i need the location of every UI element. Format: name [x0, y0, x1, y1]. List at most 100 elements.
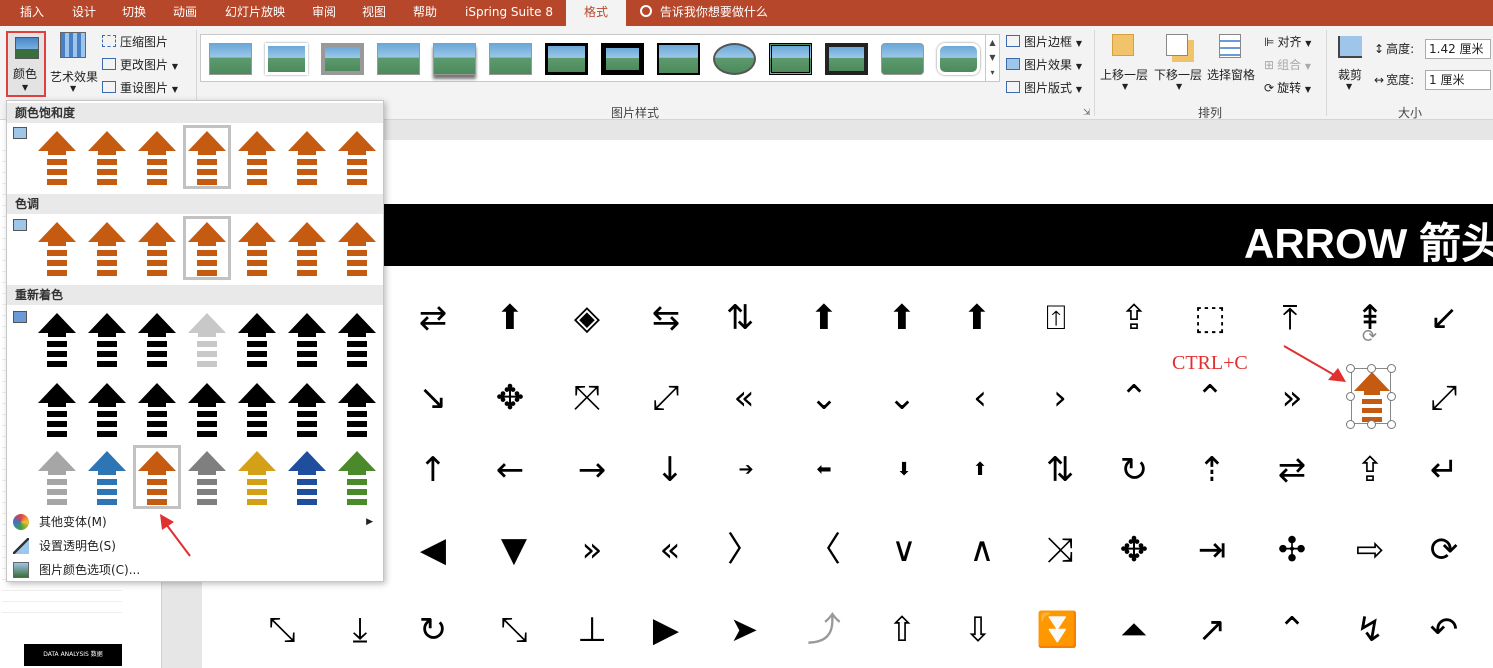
recolor-swatch[interactable] [33, 445, 81, 509]
repeat-icon[interactable]: ⇄ [1272, 450, 1312, 490]
gallery-scroll[interactable]: ▲ ▼ ▾ [985, 35, 999, 81]
tone-swatch[interactable] [83, 216, 131, 280]
arrow-right-icon[interactable]: → [572, 450, 612, 490]
direction-diamond-icon[interactable]: ◈ [567, 298, 607, 338]
swap-horizontal-square-icon[interactable]: ⇄ [413, 298, 453, 338]
upload-square-icon[interactable]: ⬆ [804, 298, 844, 338]
collapse-icon[interactable]: ✣ [1272, 530, 1312, 570]
download-icon[interactable]: ⤓ [340, 610, 380, 650]
recolor-swatch[interactable] [33, 377, 81, 441]
color-button[interactable]: 颜色 ▼ [6, 31, 46, 97]
expand-cross-icon[interactable]: ⤧ [567, 378, 607, 418]
triangle-left-icon[interactable]: ◀ [413, 530, 453, 570]
recolor-swatch[interactable] [133, 377, 181, 441]
arrow-down-zigzag-icon[interactable]: ↯ [1350, 610, 1390, 650]
chevron-right-icon[interactable]: › [1040, 378, 1080, 418]
style-thumb-13[interactable] [881, 43, 924, 75]
style-thumb-5[interactable] [433, 43, 476, 75]
chevron-down-icon[interactable]: ⌄ [882, 378, 922, 418]
undo-icon[interactable]: ↶ [1424, 610, 1464, 650]
style-thumb-9[interactable] [657, 43, 700, 75]
arrow-left-icon[interactable]: ← [490, 450, 530, 490]
resize-handle[interactable] [1387, 364, 1396, 373]
resize-handle[interactable] [1346, 392, 1355, 401]
compress-pictures-button[interactable]: 压缩图片 [102, 33, 168, 50]
resize-handle[interactable] [1387, 420, 1396, 429]
style-thumb-8[interactable] [601, 43, 644, 75]
chevrons-down-icon[interactable]: ⌄ [804, 378, 844, 418]
change-picture-button[interactable]: 更改图片 ▼ [102, 56, 178, 73]
chevrons-left-icon[interactable]: « [724, 378, 764, 418]
style-thumb-4[interactable] [377, 43, 420, 75]
tab-view[interactable]: 视图 [362, 0, 386, 26]
style-thumb-12[interactable] [825, 43, 868, 75]
tone-swatch[interactable] [283, 216, 331, 280]
double-down-circle-icon[interactable]: ⏬ [1036, 610, 1078, 650]
tab-format[interactable]: 格式 [566, 0, 626, 26]
recolor-swatch[interactable] [233, 377, 281, 441]
small-left-arrow-icon[interactable]: ⬅ [804, 450, 844, 490]
trending-up-icon[interactable]: ↗ [1192, 610, 1232, 650]
recolor-swatch[interactable] [183, 377, 231, 441]
picture-border-button[interactable]: 图片边框 ▼ [1006, 33, 1082, 50]
swap-circle-icon[interactable]: ⇆ [646, 298, 686, 338]
tab-ispring[interactable]: iSpring Suite 8 [465, 0, 553, 26]
style-thumb-14[interactable] [937, 43, 980, 75]
expand-arrows-icon[interactable]: ⤢ [1424, 378, 1464, 418]
artistic-effects-button[interactable]: 艺术效果 ▼ [50, 30, 98, 94]
compress-corners-icon[interactable]: ⤡ [494, 610, 534, 650]
shuffle-icon[interactable]: ⤨ [1040, 530, 1080, 570]
style-thumb-10[interactable] [713, 43, 756, 75]
recolor-swatch[interactable] [133, 445, 181, 509]
chevron-left-icon[interactable]: ‹ [960, 378, 1000, 418]
tone-swatch[interactable] [133, 216, 181, 280]
rotate-right-icon[interactable]: ↻ [1114, 450, 1154, 490]
archive-up-icon[interactable]: ⬆ [882, 298, 922, 338]
chevron-up-thin-icon[interactable]: ∧ [962, 530, 1002, 570]
picture-layout-button[interactable]: 图片版式 ▼ [1006, 79, 1082, 96]
recolor-swatch[interactable] [83, 445, 131, 509]
tab-design[interactable]: 设计 [72, 0, 96, 26]
chevrons-up-icon[interactable]: ⌃ [1190, 378, 1230, 418]
recolor-swatch[interactable] [283, 307, 331, 371]
recolor-swatch[interactable] [133, 307, 181, 371]
tab-insert[interactable]: 插入 [20, 0, 44, 26]
arrow-down-outline-circle-icon[interactable]: ⇩ [958, 610, 998, 650]
style-thumb-3[interactable] [321, 43, 364, 75]
double-chevron-left-icon[interactable]: « [650, 530, 690, 570]
selected-picture[interactable] [1351, 368, 1391, 424]
saturation-swatch[interactable] [133, 125, 181, 189]
style-thumb-2[interactable] [265, 43, 308, 75]
split-up-icon[interactable]: ⊥ [572, 610, 612, 650]
chevron-right-thin-icon[interactable]: 〉 [724, 530, 764, 570]
recolor-swatch[interactable] [183, 307, 231, 371]
swap-vertical-icon[interactable]: ⇅ [720, 298, 760, 338]
move-icon[interactable]: ✥ [490, 378, 530, 418]
reset-picture-button[interactable]: 重设图片 ▼ [102, 79, 178, 96]
slide-title-banner[interactable]: ARROW 箭头 [200, 204, 1493, 267]
recolor-swatch[interactable] [333, 445, 381, 509]
recolor-swatch[interactable] [183, 445, 231, 509]
style-thumb-11[interactable] [769, 43, 812, 75]
recolor-swatch[interactable] [333, 307, 381, 371]
share-icon[interactable]: ⇪ [1114, 298, 1154, 338]
align-button[interactable]: ⊫ 对齐 ▼ [1264, 33, 1311, 50]
recolor-swatch[interactable] [83, 377, 131, 441]
expand-diagonal-icon[interactable]: ⤢ [646, 378, 686, 418]
chevron-up-square-icon[interactable]: ⌃ [1272, 610, 1312, 650]
double-chevron-right-icon[interactable]: » [572, 530, 612, 570]
picture-color-options-item[interactable]: 图片颜色选项(C)... [7, 559, 383, 581]
bracket-up-icon[interactable]: ⇡ [1192, 450, 1232, 490]
sort-vertical-icon[interactable]: ⇅ [1040, 450, 1080, 490]
move-dashed-icon[interactable]: ✥ [1114, 530, 1154, 570]
expand-corners-icon[interactable]: ⤡ [262, 610, 302, 650]
triangle-up-circle-icon[interactable]: ⏶ [1114, 610, 1154, 650]
style-thumb-1[interactable] [209, 43, 252, 75]
slide-thumbnail[interactable]: DATA ANALYSIS 数据 [24, 644, 122, 666]
picture-effects-button[interactable]: 图片效果 ▼ [1006, 56, 1082, 73]
chevron-up-icon[interactable]: ⌃ [1114, 378, 1154, 418]
tab-review[interactable]: 审阅 [312, 0, 336, 26]
tell-me-search[interactable]: 告诉我你想要做什么 [640, 0, 768, 26]
saturation-swatch[interactable] [33, 125, 81, 189]
tab-transitions[interactable]: 切换 [122, 0, 146, 26]
